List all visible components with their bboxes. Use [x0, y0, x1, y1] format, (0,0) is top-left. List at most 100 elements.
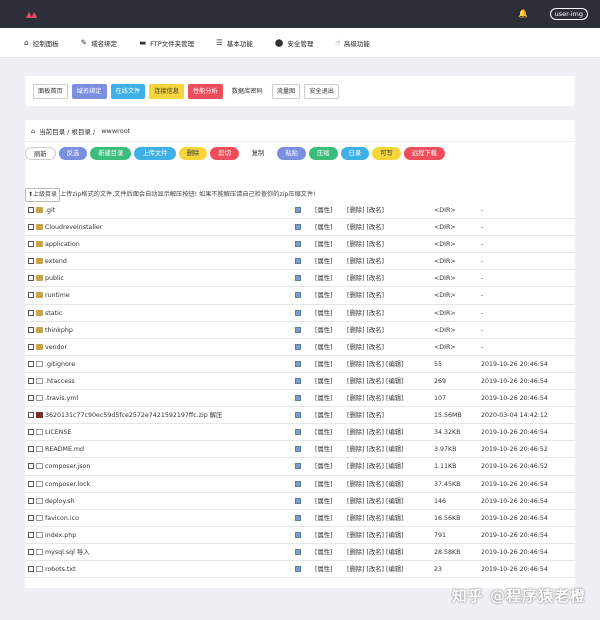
attr-link[interactable]: [属性] — [315, 476, 333, 493]
nav-item-2[interactable]: ▬ FTP文件夹管理 — [139, 38, 194, 48]
file-ops[interactable]: [删除] [改名] [编辑] — [347, 458, 404, 475]
file-name[interactable]: application — [45, 236, 80, 253]
attr-link[interactable]: [属性] — [315, 253, 333, 270]
logo-icon[interactable]: ▲▲ — [26, 10, 37, 19]
file-name[interactable]: .travis.yml — [45, 390, 78, 407]
file-ops[interactable]: [删除] [改名] [编辑] — [347, 441, 404, 458]
file-ops[interactable]: [删除] [改名] [编辑] — [347, 373, 404, 390]
select-checkbox[interactable] — [28, 565, 34, 572]
attr-link[interactable]: [属性] — [315, 270, 333, 287]
select-checkbox[interactable] — [28, 480, 34, 487]
file-ops[interactable]: [删除] [改名] — [347, 305, 384, 322]
file-name[interactable]: LICENSE — [45, 424, 71, 441]
file-name[interactable]: static — [45, 305, 62, 322]
file-name[interactable]: runtime — [45, 287, 70, 304]
file-ops[interactable]: [删除] [改名] [编辑] — [347, 476, 404, 493]
action-7[interactable]: 粘贴 — [277, 146, 306, 160]
attr-link[interactable]: [属性] — [315, 390, 333, 407]
tab-4[interactable]: 性能分析 — [188, 83, 223, 99]
attr-link[interactable]: [属性] — [315, 356, 333, 373]
action-8[interactable]: 压缩 — [308, 146, 338, 160]
select-checkbox[interactable] — [28, 412, 34, 419]
select-checkbox[interactable] — [28, 514, 34, 521]
select-checkbox[interactable] — [28, 548, 34, 555]
select-checkbox[interactable] — [28, 429, 34, 436]
file-ops[interactable]: [删除] [改名] [编辑] — [347, 390, 404, 407]
file-name[interactable]: CloudreveInstaller — [45, 219, 102, 236]
file-ops[interactable]: [删除] [改名] — [347, 287, 384, 304]
file-ops[interactable]: [删除] [改名] — [347, 270, 384, 287]
select-checkbox[interactable] — [28, 463, 34, 470]
select-checkbox[interactable] — [28, 343, 34, 350]
action-11[interactable]: 远程下载 — [403, 146, 445, 160]
attr-link[interactable]: [属性] — [315, 527, 333, 544]
tab-5[interactable]: 数据库密码 — [227, 84, 268, 99]
file-name[interactable]: .git — [45, 202, 55, 219]
attr-link[interactable]: [属性] — [315, 424, 333, 441]
attr-link[interactable]: [属性] — [315, 236, 333, 253]
attr-link[interactable]: [属性] — [315, 407, 333, 424]
file-ops[interactable]: [删除] [改名] — [347, 253, 384, 270]
tab-0[interactable]: 面板首页 — [33, 83, 68, 99]
nav-item-3[interactable]: ☰ 基本功能 — [216, 38, 253, 48]
attr-link[interactable]: [属性] — [315, 339, 333, 356]
file-name[interactable]: .htaccess — [45, 373, 75, 390]
file-name[interactable]: public — [45, 270, 64, 287]
select-checkbox[interactable] — [28, 326, 34, 333]
file-ops[interactable]: [删除] [改名] [编辑] — [347, 424, 404, 441]
select-checkbox[interactable] — [28, 224, 34, 231]
home-icon[interactable]: ⌂ — [31, 127, 35, 135]
select-checkbox[interactable] — [28, 497, 34, 504]
action-10[interactable]: 可写 — [372, 146, 401, 160]
file-name[interactable]: README.md — [45, 441, 84, 458]
select-checkbox[interactable] — [28, 241, 34, 248]
file-name[interactable]: thinkphp — [45, 322, 73, 339]
select-checkbox[interactable] — [28, 207, 34, 213]
nav-item-5[interactable]: ☝ 高级功能 — [335, 38, 370, 48]
attr-link[interactable]: [属性] — [315, 202, 333, 219]
attr-link[interactable]: [属性] — [315, 219, 333, 236]
action-4[interactable]: 删除 — [178, 146, 208, 160]
attr-link[interactable]: [属性] — [315, 510, 333, 527]
user-menu[interactable]: user-img — [549, 8, 588, 20]
attr-link[interactable]: [属性] — [315, 322, 333, 339]
file-ops[interactable]: [删除] [改名] — [347, 219, 384, 236]
select-checkbox[interactable] — [28, 360, 34, 367]
file-name[interactable]: index.php — [45, 527, 76, 544]
action-2[interactable]: 新建目录 — [90, 146, 132, 160]
select-checkbox[interactable] — [28, 258, 34, 265]
file-name[interactable]: composer.json — [45, 458, 90, 475]
tab-1[interactable]: 域名绑定 — [71, 83, 107, 99]
attr-link[interactable]: [属性] — [315, 544, 333, 561]
tab-7[interactable]: 安全退出 — [304, 83, 339, 99]
select-checkbox[interactable] — [28, 395, 34, 402]
file-ops[interactable]: [删除] [改名] [编辑] — [347, 493, 404, 510]
file-ops[interactable]: [删除] [改名] — [347, 322, 384, 339]
action-0[interactable]: 刷新 — [25, 146, 56, 160]
attr-link[interactable]: [属性] — [315, 287, 333, 304]
attr-link[interactable]: [属性] — [315, 493, 333, 510]
action-5[interactable]: 剪切 — [210, 146, 239, 160]
file-ops[interactable]: [删除] [改名] — [347, 407, 384, 424]
action-9[interactable]: 日录 — [340, 146, 370, 160]
action-1[interactable]: 反选 — [58, 146, 88, 160]
nav-item-0[interactable]: ⌂ 控制面板 — [24, 38, 59, 48]
select-checkbox[interactable] — [28, 292, 34, 299]
file-ops[interactable]: [删除] [改名] [编辑] — [347, 561, 404, 578]
file-ops[interactable]: [删除] [改名] [编辑] — [347, 356, 404, 373]
file-name[interactable]: deploy.sh — [45, 493, 75, 510]
file-ops[interactable]: [删除] [改名] — [347, 202, 384, 219]
file-ops[interactable]: [删除] [改名] [编辑] — [347, 544, 404, 561]
file-ops[interactable]: [删除] [改名] — [347, 339, 384, 356]
nav-item-1[interactable]: ✎ 域名绑定 — [81, 38, 117, 48]
parent-dir-button[interactable]: ⬆上级目录 — [25, 188, 61, 202]
tab-3[interactable]: 连接信息 — [149, 83, 184, 99]
file-ops[interactable]: [删除] [改名] [编辑] — [347, 527, 404, 544]
attr-link[interactable]: [属性] — [315, 373, 333, 390]
select-checkbox[interactable] — [28, 309, 34, 316]
file-name[interactable]: .gitignore — [45, 356, 75, 373]
select-checkbox[interactable] — [28, 531, 34, 538]
file-ops[interactable]: [删除] [改名] [编辑] — [347, 510, 404, 527]
attr-link[interactable]: [属性] — [315, 458, 333, 475]
file-name[interactable]: favicon.ico — [45, 510, 79, 527]
